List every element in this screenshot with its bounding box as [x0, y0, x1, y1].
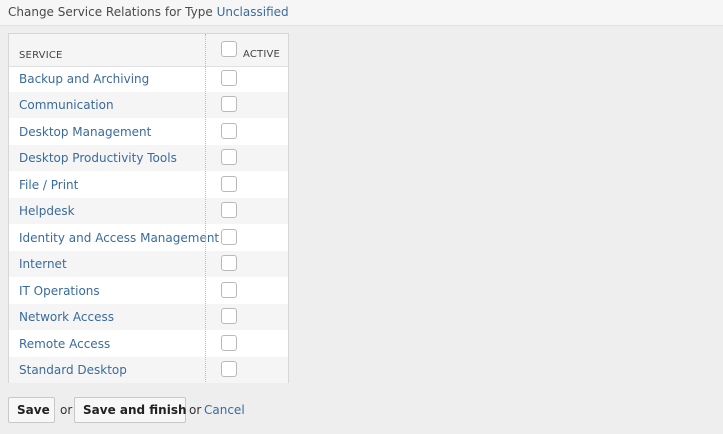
active-checkbox[interactable]: [221, 149, 237, 165]
service-link[interactable]: Internet: [19, 257, 67, 271]
service-link[interactable]: IT Operations: [19, 284, 100, 298]
active-checkbox[interactable]: [221, 96, 237, 112]
column-divider: [205, 34, 206, 382]
table-row: Network Access: [9, 304, 288, 330]
or-separator: or: [189, 403, 202, 417]
table-row: Remote Access: [9, 331, 288, 357]
table-header: SERVICE ACTIVE: [9, 34, 288, 67]
active-checkbox[interactable]: [221, 361, 237, 377]
service-link[interactable]: Standard Desktop: [19, 363, 127, 377]
service-link[interactable]: Backup and Archiving: [19, 72, 149, 86]
active-checkbox[interactable]: [221, 229, 237, 245]
page-title-prefix: Change Service Relations for Type: [8, 5, 213, 19]
active-checkbox[interactable]: [221, 123, 237, 139]
table-row: Desktop Productivity Tools: [9, 145, 288, 171]
table-row: Internet: [9, 251, 288, 277]
table-row: IT Operations: [9, 278, 288, 304]
service-link[interactable]: Identity and Access Management: [19, 231, 219, 245]
column-header-active: ACTIVE: [243, 49, 281, 60]
or-separator: or: [60, 403, 73, 417]
page-title: Change Service Relations for Type Unclas…: [8, 5, 289, 19]
service-link[interactable]: File / Print: [19, 178, 78, 192]
table-row: File / Print: [9, 172, 288, 198]
type-name-link[interactable]: Unclassified: [217, 5, 289, 19]
service-link[interactable]: Communication: [19, 98, 114, 112]
active-checkbox[interactable]: [221, 176, 237, 192]
service-link[interactable]: Network Access: [19, 310, 114, 324]
table-row: Identity and Access Management: [9, 225, 288, 251]
service-link[interactable]: Helpdesk: [19, 204, 75, 218]
active-checkbox[interactable]: [221, 308, 237, 324]
save-and-finish-button[interactable]: Save and finish: [74, 397, 187, 423]
active-checkbox[interactable]: [221, 282, 237, 298]
page-header: Change Service Relations for Type Unclas…: [0, 0, 723, 26]
table-row: Communication: [9, 92, 288, 118]
table-row: Standard Desktop: [9, 357, 288, 383]
cancel-link[interactable]: Cancel: [204, 403, 245, 417]
table-row: Desktop Management: [9, 119, 288, 145]
active-checkbox[interactable]: [221, 255, 237, 271]
service-link[interactable]: Desktop Management: [19, 125, 151, 139]
service-link[interactable]: Desktop Productivity Tools: [19, 151, 177, 165]
active-checkbox[interactable]: [221, 70, 237, 86]
column-header-service: SERVICE: [19, 50, 63, 61]
save-button[interactable]: Save: [8, 397, 55, 423]
service-link[interactable]: Remote Access: [19, 337, 110, 351]
active-checkbox[interactable]: [221, 335, 237, 351]
select-all-active-checkbox[interactable]: [221, 41, 237, 57]
table-row: Helpdesk: [9, 198, 288, 224]
service-relations-table: SERVICE ACTIVE Backup and Archiving Comm…: [8, 33, 289, 383]
active-checkbox[interactable]: [221, 202, 237, 218]
table-row: Backup and Archiving: [9, 66, 288, 92]
